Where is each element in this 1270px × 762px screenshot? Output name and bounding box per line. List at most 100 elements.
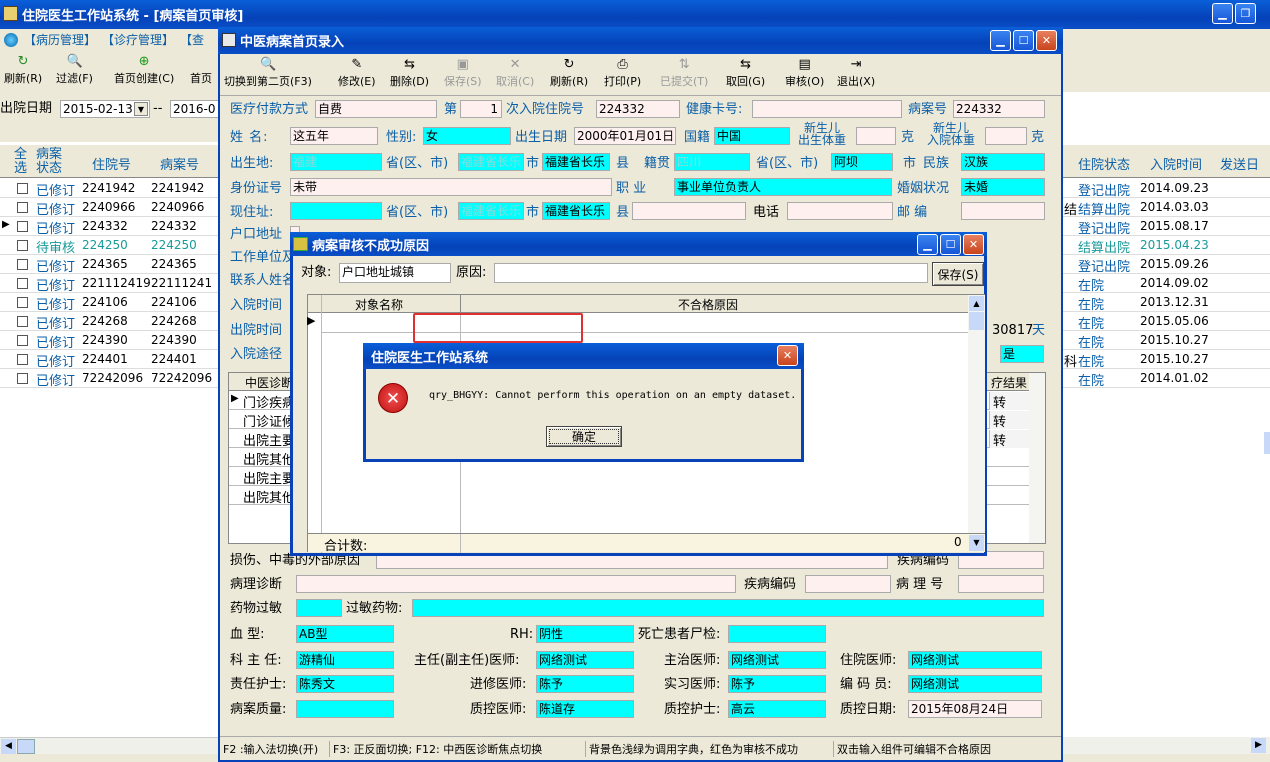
job-field[interactable]: 事业单位负责人 (674, 178, 892, 196)
address-city[interactable]: 福建省长乐 (458, 202, 524, 220)
autopsy-field[interactable] (728, 625, 826, 643)
row-checkbox[interactable] (17, 316, 28, 327)
scroll-left-icon[interactable]: ◀ (1, 739, 16, 754)
table-row[interactable]: 在院 2013.12.31 (1062, 293, 1270, 313)
allergy-field[interactable] (296, 599, 342, 617)
table-row[interactable]: 结结算出院 2014.03.03 (1062, 198, 1270, 218)
allergy-drug-field[interactable] (412, 599, 1044, 617)
menu-query[interactable]: 【查 (180, 31, 204, 48)
toolbar-button-refresh[interactable]: ↻ 刷新(R) (550, 57, 588, 89)
yes-field[interactable]: 是 (1000, 345, 1044, 363)
nb-admit-weight-field[interactable] (985, 127, 1027, 145)
attending-field[interactable]: 网络测试 (728, 651, 826, 669)
alert-close-button[interactable]: ✕ (777, 345, 798, 366)
scroll-right-icon[interactable]: ▶ (1251, 738, 1266, 753)
audit-save-button[interactable]: 保存(S) (932, 262, 984, 286)
toolbar-button-exit[interactable]: ⇥ 退出(X) (837, 57, 875, 89)
birthplace-county[interactable]: 福建省长乐 (542, 153, 610, 171)
toolbar-button-save[interactable]: ▣ 保存(S) (444, 57, 482, 89)
native-city[interactable]: 阿坝 (831, 153, 893, 171)
audit-minimize-button[interactable]: ▁ (917, 234, 938, 255)
pathology-field[interactable] (296, 575, 736, 593)
toolbar-button-search[interactable]: 🔍 切换到第二页(F3) (224, 57, 312, 89)
table-row[interactable]: 已修订 224365 224365 (0, 255, 220, 275)
birthplace-city[interactable]: 福建省长乐 (458, 153, 524, 171)
quality-field[interactable] (296, 700, 394, 718)
table-row[interactable]: 在院 2015.10.27 (1062, 331, 1270, 351)
zyh-field[interactable]: 224332 (596, 100, 680, 118)
status-header[interactable]: 病案状态 (36, 148, 66, 176)
nationality-field[interactable]: 中国 (714, 127, 790, 145)
audit-maximize-button[interactable]: ☐ (940, 234, 961, 255)
table-row[interactable]: 在院 2014.01.02 (1062, 369, 1270, 389)
phone-field[interactable] (787, 202, 893, 220)
date-to-field[interactable]: 2016-0 (170, 100, 222, 118)
id-field[interactable]: 未带 (290, 178, 612, 196)
audit-vscroll[interactable]: ▲ (968, 295, 985, 533)
blood-field[interactable]: AB型 (296, 625, 394, 643)
nb-birth-weight-field[interactable] (856, 127, 896, 145)
bah-header[interactable]: 病案号 (160, 154, 199, 173)
coder-field[interactable]: 网络测试 (908, 675, 1042, 693)
table-row[interactable]: 已修订 224401 224401 (0, 350, 220, 370)
toolbar-button-delete[interactable]: ⇆ 删除(D) (390, 57, 429, 89)
alert-ok-button[interactable]: 确定 (546, 426, 622, 447)
intern-field[interactable]: 陈予 (728, 675, 826, 693)
resident-field[interactable]: 网络测试 (908, 651, 1042, 669)
menu-treatment-mgmt[interactable]: 【诊疗管理】 (102, 31, 174, 48)
admit-time-header[interactable]: 入院时间 (1150, 154, 1202, 173)
birthplace-province[interactable]: 福建 (290, 153, 382, 171)
date-from-field[interactable]: 2015-02-13 ▼ (60, 100, 150, 118)
address-county[interactable]: 福建省长乐 (542, 202, 610, 220)
table-row[interactable]: 已修订 224390 224390 (0, 331, 220, 351)
postcode-field[interactable] (961, 202, 1045, 220)
table-row[interactable]: 结算出院 2015.04.23 (1062, 236, 1270, 256)
form-close-button[interactable]: ✕ (1036, 30, 1057, 51)
audit-close-button[interactable]: ✕ (963, 234, 984, 255)
select-all-header[interactable]: 全选 (14, 148, 32, 176)
table-row[interactable]: 已修订 224268 224268 (0, 312, 220, 332)
advanced-doctor-field[interactable]: 陈予 (536, 675, 634, 693)
scroll-thumb[interactable] (17, 739, 35, 754)
table-row[interactable]: ▶ 已修订 224332 224332 (0, 217, 220, 237)
form-minimize-button[interactable]: ▁ (990, 30, 1011, 51)
diagnosis-vscroll[interactable] (1029, 373, 1045, 543)
table-row[interactable]: 已修订 2241942 2241942 (0, 179, 220, 199)
row-checkbox[interactable] (17, 278, 28, 289)
table-row[interactable]: 待审核 224250 224250 (0, 236, 220, 256)
row-checkbox[interactable] (17, 259, 28, 270)
toolbar-button-retrieve[interactable]: ⇆ 取回(G) (726, 57, 765, 89)
table-row[interactable]: 科在院 2015.10.27 (1062, 350, 1270, 370)
object-field[interactable]: 户口地址城镇 (339, 263, 451, 283)
scroll-up-icon[interactable]: ▲ (969, 296, 984, 311)
right-hscroll[interactable]: ▶ (1062, 737, 1270, 754)
table-row[interactable]: 已修订 2240966 2240966 (0, 198, 220, 218)
scroll-down-icon[interactable]: ▼ (969, 535, 984, 551)
main-refresh-button[interactable]: ↻ 刷新(R) (4, 54, 42, 86)
table-row[interactable]: 在院 2015.05.06 (1062, 312, 1270, 332)
table-row[interactable]: 已修订 224106 224106 (0, 293, 220, 313)
row-checkbox[interactable] (17, 373, 28, 384)
table-row[interactable]: 在院 2014.09.02 (1062, 274, 1270, 294)
toolbar-button-edit[interactable]: ✎ 修改(E) (338, 57, 376, 89)
ethnicity-field[interactable]: 汉族 (961, 153, 1045, 171)
toolbar-button-audit[interactable]: ▤ 审核(O) (785, 57, 824, 89)
row-checkbox[interactable] (17, 240, 28, 251)
row-checkbox[interactable] (17, 183, 28, 194)
menu-record-mgmt[interactable]: 【病历管理】 (24, 31, 96, 48)
chief-doctor-field[interactable]: 网络测试 (536, 651, 634, 669)
row-checkbox[interactable] (17, 202, 28, 213)
toolbar-button-print[interactable]: ⎙ 打印(P) (604, 57, 641, 89)
table-row[interactable]: 登记出院 2015.08.17 (1062, 217, 1270, 237)
director-field[interactable]: 游精仙 (296, 651, 394, 669)
nurse-field[interactable]: 陈秀文 (296, 675, 394, 693)
send-date-header[interactable]: 发送日 (1220, 154, 1259, 173)
row-checkbox[interactable] (17, 335, 28, 346)
row-checkbox[interactable] (17, 354, 28, 365)
first-page-button[interactable]: 首页 (190, 54, 212, 86)
toolbar-button-cancel[interactable]: ✕ 取消(C) (496, 57, 534, 89)
table-row[interactable]: 登记出院 2014.09.23 (1062, 179, 1270, 199)
table-row[interactable]: 登记出院 2015.09.26 (1062, 255, 1270, 275)
qc-nurse-field[interactable]: 高云 (728, 700, 826, 718)
row-checkbox[interactable] (17, 221, 28, 232)
